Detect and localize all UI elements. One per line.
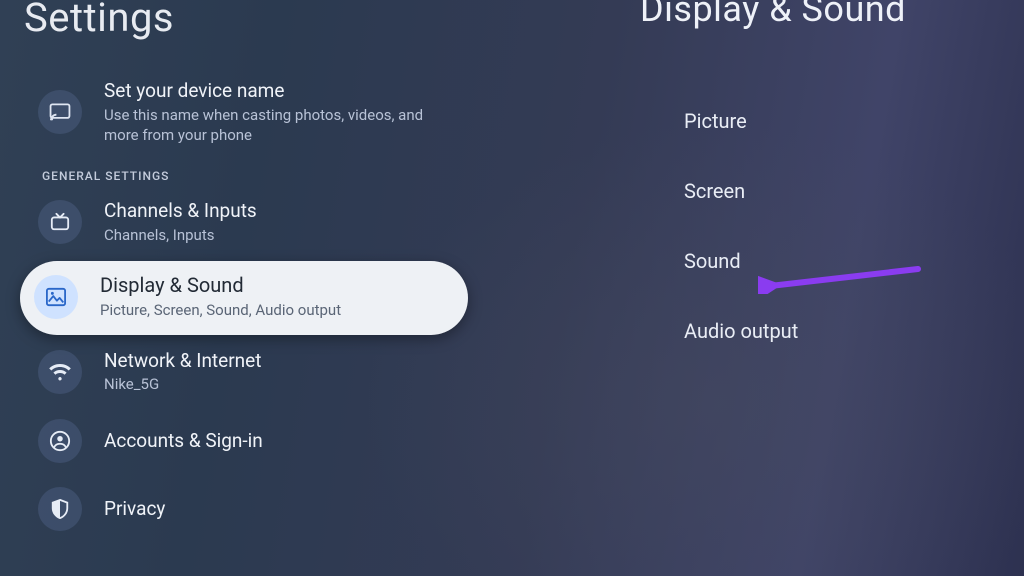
detail-item-picture[interactable]: Picture: [640, 86, 1000, 156]
row-title: Display & Sound: [100, 273, 341, 298]
row-title: Accounts & Sign-in: [104, 429, 263, 453]
detail-item-audio-output[interactable]: Audio output: [640, 296, 1000, 366]
account-icon: [38, 419, 82, 463]
row-title: Privacy: [104, 497, 165, 521]
page-title: Settings: [24, 0, 484, 41]
row-title: Channels & Inputs: [104, 199, 257, 223]
wifi-icon: [38, 350, 82, 394]
image-icon: [34, 275, 78, 319]
detail-item-sound[interactable]: Sound: [640, 226, 1000, 296]
settings-left-pane: Settings Set your device name Use this n…: [24, 0, 484, 547]
row-title: Network & Internet: [104, 349, 261, 373]
row-title: Set your device name: [104, 79, 434, 103]
row-subtitle: Channels, Inputs: [104, 225, 257, 245]
row-device-name[interactable]: Set your device name Use this name when …: [24, 71, 484, 155]
detail-item-screen[interactable]: Screen: [640, 156, 1000, 226]
tv-icon: [38, 200, 82, 244]
settings-right-pane: Display & Sound Picture Screen Sound Aud…: [640, 0, 1000, 366]
row-accounts-signin[interactable]: Accounts & Sign-in: [24, 411, 484, 473]
section-label-general: GENERAL SETTINGS: [42, 169, 484, 183]
row-channels-inputs[interactable]: Channels & Inputs Channels, Inputs: [24, 191, 484, 255]
row-network-internet[interactable]: Network & Internet Nike_5G: [24, 341, 484, 405]
cast-icon: [38, 90, 82, 134]
row-subtitle: Use this name when casting photos, video…: [104, 105, 434, 146]
detail-title: Display & Sound: [640, 0, 1000, 30]
row-privacy[interactable]: Privacy: [24, 479, 484, 541]
row-display-sound[interactable]: Display & Sound Picture, Screen, Sound, …: [20, 261, 468, 334]
shield-icon: [38, 487, 82, 531]
row-subtitle: Picture, Screen, Sound, Audio output: [100, 300, 341, 320]
row-subtitle: Nike_5G: [104, 374, 261, 394]
